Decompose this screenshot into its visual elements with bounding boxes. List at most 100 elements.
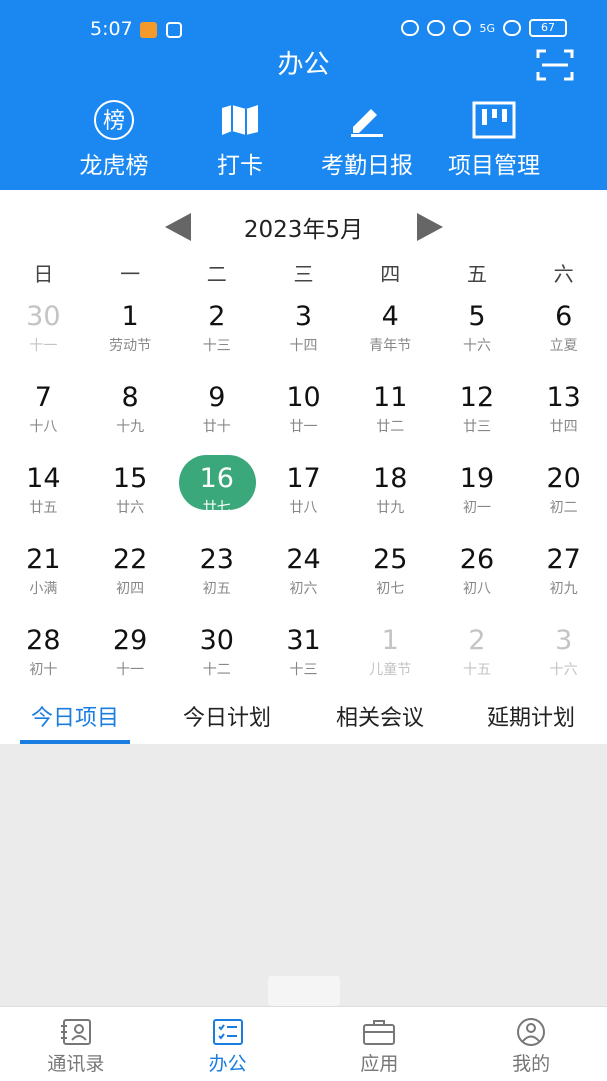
weekday-label: 三: [293, 262, 314, 286]
calendar-day[interactable]: 24 初六: [260, 539, 347, 620]
scan-icon[interactable]: [536, 48, 574, 82]
calendar-day[interactable]: 18 廿九: [347, 458, 434, 539]
notification-music-icon: [166, 22, 182, 38]
calendar-day[interactable]: 30 十一: [0, 296, 87, 377]
weekday-label: 四: [380, 262, 401, 286]
quick-action-ranking[interactable]: 榜 龙虎榜: [68, 100, 160, 180]
lunar-date: 十六: [462, 338, 491, 354]
calendar-day[interactable]: 11 廿二: [347, 377, 434, 458]
wifi-icon: [503, 20, 521, 36]
tab-today-plans[interactable]: 今日计划: [172, 700, 282, 744]
day-number: 21: [26, 544, 61, 575]
day-number: 12: [459, 382, 495, 413]
calendar-day[interactable]: 30 十二: [173, 620, 260, 701]
nav-apps[interactable]: 应用: [304, 1007, 456, 1081]
calendar-day[interactable]: 29 十一: [87, 620, 174, 701]
calendar-day[interactable]: 15 廿六: [87, 458, 174, 539]
calendar-week-row: 30 十一 1 劳动节 2 十三 3 十四 4 青年节 5 十六 6 立夏: [0, 296, 607, 377]
lunar-date: 儿童节: [369, 662, 412, 678]
weekday-header: 日一二三四五六: [0, 258, 607, 288]
calendar-day[interactable]: 28 初十: [0, 620, 87, 701]
office-checklist-icon: [212, 1019, 243, 1045]
calendar-day[interactable]: 6 立夏: [520, 296, 607, 377]
lunar-date: 劳动节: [109, 338, 152, 354]
calendar-day[interactable]: 1 劳动节: [87, 296, 174, 377]
weekday-label: 日: [33, 262, 54, 286]
tab-delayed-plans[interactable]: 延期计划: [476, 700, 586, 744]
lunar-date: 廿九: [376, 500, 405, 516]
calendar-week-row: 7 十八 8 十九 9 廿十 10 廿一 11 廿二 12 廿三 13 廿四: [0, 377, 607, 458]
day-number: 18: [373, 463, 408, 494]
quick-action-label: 龙虎榜: [79, 153, 149, 179]
calendar-day[interactable]: 22 初四: [87, 539, 174, 620]
calendar-day[interactable]: 20 初二: [520, 458, 607, 539]
lunar-date: 初二: [549, 500, 578, 516]
nav-label: 办公: [208, 1053, 247, 1075]
day-number: 16: [199, 463, 234, 494]
calendar-day[interactable]: 19 初一: [434, 458, 521, 539]
day-number: 23: [199, 544, 234, 575]
lunar-date: 廿一: [289, 419, 318, 435]
lunar-date: 初八: [462, 581, 491, 597]
calendar-day-today[interactable]: 16 廿七: [173, 455, 260, 539]
svg-text:榜: 榜: [103, 109, 125, 134]
page-title: 办公: [277, 50, 330, 80]
lunar-date: 初四: [116, 581, 145, 597]
calendar-day[interactable]: 27 初九: [520, 539, 607, 620]
calendar-day[interactable]: 9 廿十: [173, 377, 260, 458]
ranking-badge-icon: 榜: [94, 100, 134, 140]
calendar-day[interactable]: 10 廿一: [260, 377, 347, 458]
day-number: 6: [555, 301, 573, 332]
lunar-date: 十四: [289, 338, 318, 354]
lunar-date: 十六: [549, 662, 578, 678]
calendar-day[interactable]: 21 小满: [0, 539, 87, 620]
quick-action-project-management[interactable]: 项目管理: [434, 100, 554, 180]
calendar-day[interactable]: 4 青年节: [347, 296, 434, 377]
calendar-day[interactable]: 2 十三: [173, 296, 260, 377]
day-number: 14: [26, 463, 61, 494]
tab-content-area: [0, 744, 607, 1006]
edit-icon: [351, 109, 383, 137]
calendar-day[interactable]: 17 廿八: [260, 458, 347, 539]
day-number: 2: [468, 625, 486, 656]
calendar-day[interactable]: 2 十五: [434, 620, 521, 701]
calendar-day[interactable]: 5 十六: [434, 296, 521, 377]
lunar-date: 初九: [549, 581, 578, 597]
mute-icon: [453, 20, 472, 36]
profile-icon: [517, 1018, 546, 1046]
calendar-day[interactable]: 26 初八: [434, 539, 521, 620]
quick-action-clock-in[interactable]: 打卡: [206, 100, 274, 180]
calendar-day[interactable]: 1 儿童节: [347, 620, 434, 701]
lunar-date: 立夏: [549, 338, 578, 354]
lunar-date: 初十: [29, 662, 58, 678]
briefcase-icon: [363, 1020, 396, 1045]
nav-contacts[interactable]: 通讯录: [0, 1007, 152, 1081]
day-number: 3: [294, 301, 313, 332]
day-number: 19: [459, 463, 495, 494]
tab-related-meetings[interactable]: 相关会议: [324, 700, 436, 744]
calendar-day[interactable]: 25 初七: [347, 539, 434, 620]
battery-level: 67: [529, 19, 567, 37]
day-number: 25: [373, 544, 408, 575]
next-month-icon[interactable]: [417, 213, 443, 241]
lunar-date: 十三: [289, 662, 318, 678]
tab-today-projects[interactable]: 今日项目: [20, 700, 130, 744]
calendar-day[interactable]: 23 初五: [173, 539, 260, 620]
lunar-date: 十五: [462, 662, 491, 678]
tab-bar: 今日项目 今日计划 相关会议 延期计划: [0, 700, 607, 744]
calendar-day[interactable]: 14 廿五: [0, 458, 87, 539]
tab-label: 今日项目: [30, 706, 119, 731]
calendar-day[interactable]: 3 十四: [260, 296, 347, 377]
calendar-day[interactable]: 7 十八: [0, 377, 87, 458]
calendar-day[interactable]: 13 廿四: [520, 377, 607, 458]
day-number: 7: [34, 382, 52, 413]
day-number: 22: [112, 544, 148, 575]
nav-office[interactable]: 办公: [152, 1007, 304, 1081]
calendar-day[interactable]: 31 十三: [260, 620, 347, 701]
calendar-day[interactable]: 3 十六: [520, 620, 607, 701]
nav-profile[interactable]: 我的: [455, 1007, 607, 1081]
quick-action-attendance-report[interactable]: 考勤日报: [306, 100, 428, 180]
calendar-day[interactable]: 12 廿三: [434, 377, 521, 458]
day-number: 10: [286, 382, 321, 413]
calendar-day[interactable]: 8 十九: [87, 377, 174, 458]
